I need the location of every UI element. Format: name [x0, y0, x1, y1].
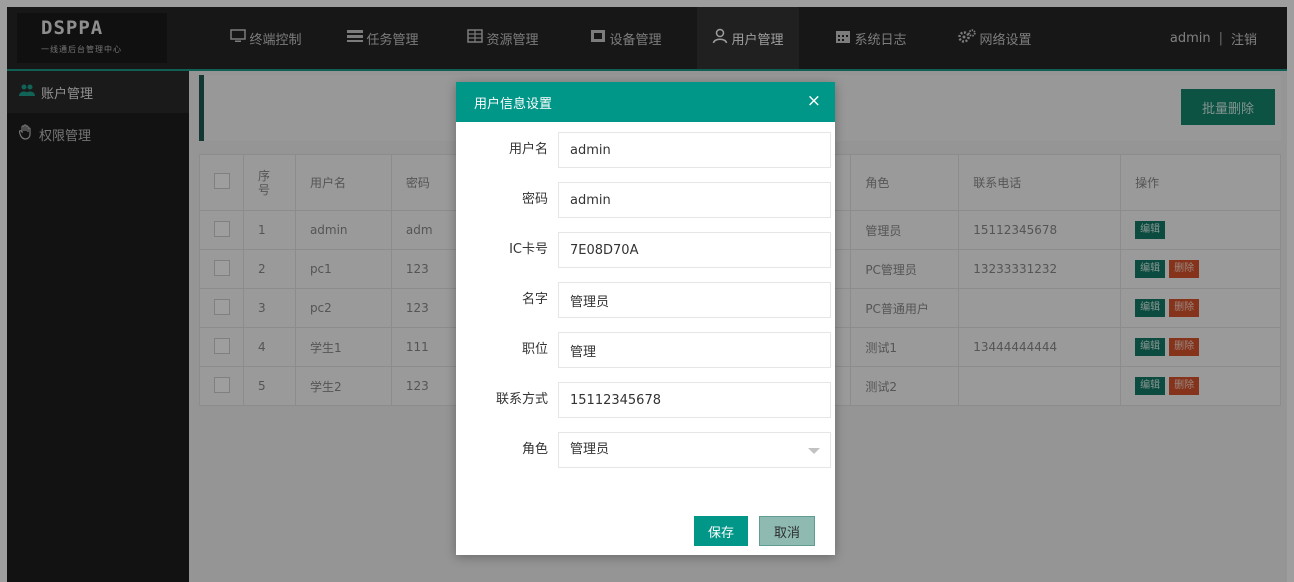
form-row-username: 用户名	[456, 132, 835, 168]
form-row-position: 职位	[456, 332, 835, 368]
role-selected-value: 管理员	[570, 442, 610, 457]
form-row-contact: 联系方式	[456, 382, 835, 418]
form-row-name: 名字	[456, 282, 835, 318]
close-icon[interactable]: ×	[807, 91, 821, 111]
password-label: 密码	[521, 192, 548, 207]
form-row-password: 密码	[456, 182, 835, 218]
save-button[interactable]: 保存	[694, 516, 748, 546]
chevron-down-icon	[808, 448, 820, 454]
dialog-header: 用户信息设置 ×	[456, 82, 835, 122]
ic-card-input[interactable]	[558, 232, 831, 268]
username-input[interactable]	[558, 132, 831, 168]
role-label: 角色	[521, 442, 548, 457]
password-input[interactable]	[558, 182, 831, 218]
role-select[interactable]: 管理员	[558, 432, 831, 468]
name-label: 名字	[521, 292, 548, 307]
position-label: 职位	[521, 342, 548, 357]
username-label: 用户名	[508, 142, 548, 157]
contact-label: 联系方式	[495, 392, 548, 407]
cancel-button[interactable]: 取消	[759, 516, 815, 546]
dialog-title: 用户信息设置	[474, 96, 553, 112]
form-row-ic-card: IC卡号	[456, 232, 835, 268]
position-input[interactable]	[558, 332, 831, 368]
form-row-role: 角色 管理员	[456, 432, 835, 468]
contact-input[interactable]	[558, 382, 831, 418]
name-input[interactable]	[558, 282, 831, 318]
ic-card-label: IC卡号	[509, 242, 548, 257]
user-info-dialog: 用户信息设置 × 用户名 密码 IC卡号 名字 职位 联系方式 角色 管理员 保…	[456, 82, 835, 555]
